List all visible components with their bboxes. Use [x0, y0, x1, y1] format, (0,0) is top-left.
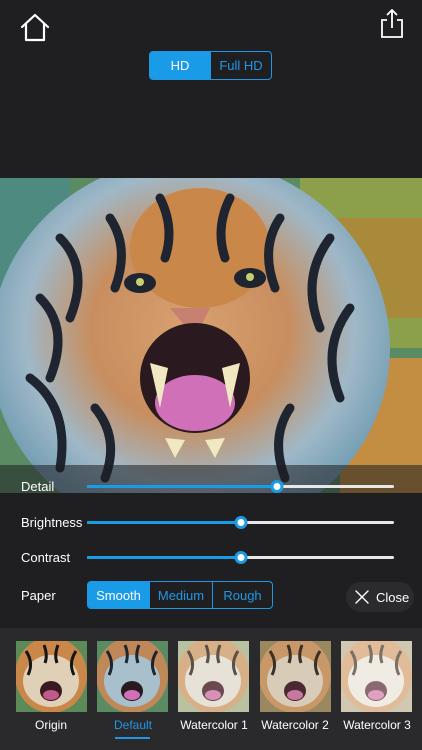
- photo-preview: [0, 178, 422, 493]
- filter-label-watercolor-3: Watercolor 3: [343, 718, 411, 732]
- tiger-thumbnail: [341, 641, 412, 712]
- filter-thumb-origin[interactable]: [16, 641, 87, 712]
- share-icon: [381, 9, 403, 38]
- contrast-slider-thumb[interactable]: [234, 551, 247, 564]
- home-button[interactable]: [18, 12, 52, 44]
- tiger-thumbnail: [178, 641, 249, 712]
- filter-label-default: Default: [113, 718, 153, 732]
- paper-smooth-option[interactable]: Smooth: [88, 582, 149, 608]
- detail-row-background: [0, 465, 422, 493]
- filter-strip: Origin Default Watercolor 1 Watercolor 2…: [0, 628, 422, 750]
- close-button[interactable]: Close: [346, 582, 414, 612]
- filter-thumb-watercolor-3[interactable]: [341, 641, 412, 712]
- paper-segmented-control: Smooth Medium Rough: [87, 581, 273, 609]
- close-icon: [355, 590, 369, 604]
- share-button[interactable]: [378, 8, 406, 40]
- quality-hd-option[interactable]: HD: [150, 52, 210, 79]
- detail-label: Detail: [21, 479, 55, 494]
- tiger-thumbnail: [97, 641, 168, 712]
- filter-thumb-default[interactable]: [97, 641, 168, 712]
- close-button-label: Close: [376, 589, 410, 605]
- contrast-slider[interactable]: [87, 551, 394, 564]
- tiger-thumbnail: [260, 641, 331, 712]
- filter-thumb-watercolor-2[interactable]: [260, 641, 331, 712]
- tiger-thumbnail: [16, 641, 87, 712]
- quality-segmented-control: HD Full HD: [149, 51, 272, 80]
- detail-slider-thumb[interactable]: [270, 480, 284, 493]
- home-icon: [20, 13, 50, 42]
- paper-medium-option[interactable]: Medium: [149, 582, 212, 608]
- brightness-slider[interactable]: [87, 516, 394, 529]
- filter-thumb-watercolor-1[interactable]: [178, 641, 249, 712]
- brightness-slider-thumb[interactable]: [234, 516, 247, 529]
- brightness-slider-fill: [87, 521, 241, 524]
- selected-filter-indicator: [115, 737, 150, 739]
- contrast-label: Contrast: [21, 550, 71, 565]
- paper-rough-option[interactable]: Rough: [212, 582, 272, 608]
- filter-label-watercolor-1: Watercolor 1: [180, 718, 248, 732]
- quality-full-hd-option[interactable]: Full HD: [210, 52, 271, 79]
- filter-label-watercolor-2: Watercolor 2: [261, 718, 329, 732]
- detail-slider-fill: [87, 485, 278, 488]
- contrast-slider-fill: [87, 556, 241, 559]
- brightness-label: Brightness: [21, 515, 83, 530]
- paper-label: Paper: [21, 588, 56, 603]
- filter-label-origin: Origin: [34, 718, 67, 732]
- detail-slider[interactable]: [87, 480, 394, 493]
